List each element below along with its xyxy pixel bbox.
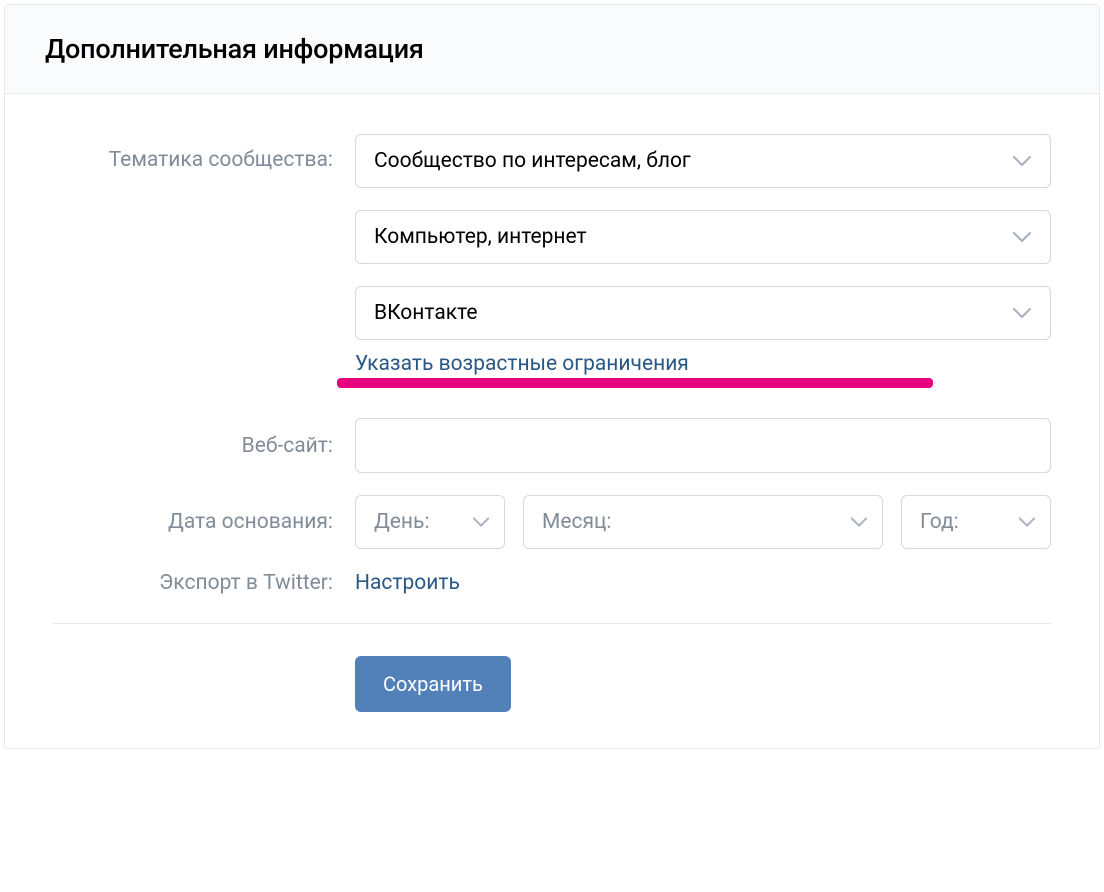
panel-header: Дополнительная информация: [5, 5, 1099, 94]
button-row: Сохранить: [355, 656, 1051, 712]
founded-label: Дата основания:: [53, 510, 355, 534]
divider: [53, 623, 1051, 624]
chevron-down-icon: [1012, 231, 1032, 243]
age-restrictions-row: Указать возрастные ограничения: [355, 352, 1051, 376]
day-select[interactable]: День:: [355, 495, 505, 549]
age-restrictions-link[interactable]: Указать возрастные ограничения: [355, 352, 689, 376]
topic-select-2[interactable]: Компьютер, интернет: [355, 210, 1051, 264]
panel-body: Тематика сообщества: Сообщество по интер…: [5, 94, 1099, 748]
community-topic-label: Тематика сообщества:: [53, 134, 355, 172]
highlight-underline: [337, 378, 933, 388]
form-row-twitter: Экспорт в Twitter: Настроить: [53, 571, 1051, 595]
year-select-value: Год:: [920, 510, 959, 534]
month-select[interactable]: Месяц:: [523, 495, 883, 549]
topic-select-1[interactable]: Сообщество по интересам, блог: [355, 134, 1051, 188]
topic-select-3-value: ВКонтакте: [374, 301, 478, 325]
twitter-export-label: Экспорт в Twitter:: [53, 571, 355, 595]
topic-select-2-value: Компьютер, интернет: [374, 225, 587, 249]
form-row-website: Веб-сайт:: [53, 418, 1051, 473]
twitter-configure-link[interactable]: Настроить: [355, 571, 460, 595]
website-label: Веб-сайт:: [53, 434, 355, 458]
chevron-down-icon: [1012, 307, 1032, 319]
form-row-topic: Тематика сообщества: Сообщество по интер…: [53, 134, 1051, 340]
month-select-value: Месяц:: [542, 510, 612, 534]
form-row-founded: Дата основания: День: Месяц:: [53, 495, 1051, 549]
save-button[interactable]: Сохранить: [355, 656, 511, 712]
chevron-down-icon: [472, 517, 490, 528]
chevron-down-icon: [1018, 517, 1036, 528]
topic-selects: Сообщество по интересам, блог Компьютер,…: [355, 134, 1051, 340]
website-input[interactable]: [355, 418, 1051, 473]
year-select[interactable]: Год:: [901, 495, 1051, 549]
topic-select-3[interactable]: ВКонтакте: [355, 286, 1051, 340]
chevron-down-icon: [850, 517, 868, 528]
topic-select-1-value: Сообщество по интересам, блог: [374, 149, 691, 173]
date-selects: День: Месяц: Год:: [355, 495, 1051, 549]
additional-info-panel: Дополнительная информация Тематика сообщ…: [4, 4, 1100, 749]
chevron-down-icon: [1012, 155, 1032, 167]
day-select-value: День:: [374, 510, 430, 534]
panel-title: Дополнительная информация: [45, 33, 1059, 65]
